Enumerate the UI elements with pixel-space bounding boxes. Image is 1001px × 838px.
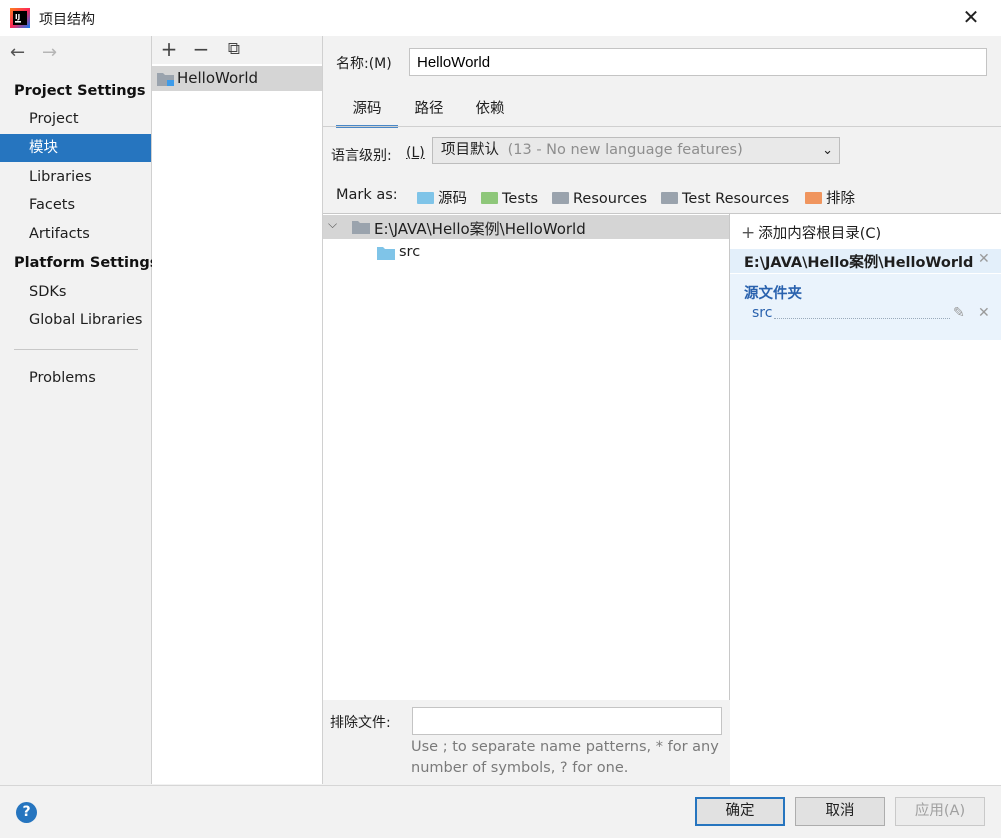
module-folder-icon	[157, 71, 175, 91]
platform-settings-header: Platform Settings	[14, 255, 159, 271]
language-level-label: 语言级别:	[331, 148, 392, 164]
back-arrow-icon[interactable]: ←	[10, 42, 25, 63]
sidebar-item-problems[interactable]: Problems	[0, 364, 151, 392]
tab-divider	[323, 126, 1001, 127]
root-folder-icon	[352, 220, 370, 238]
test-folder-icon	[481, 192, 498, 204]
language-level-detail: (13 - No new language features)	[507, 142, 743, 158]
folder-tree	[323, 213, 730, 700]
chevron-down-icon: ⌄	[822, 143, 833, 158]
mark-as-test-resources-label: Test Resources	[682, 191, 790, 207]
forward-arrow-icon[interactable]: →	[42, 42, 57, 63]
mark-as-resources-label: Resources	[573, 191, 648, 207]
sidebar-item-global-libraries[interactable]: Global Libraries	[0, 306, 151, 334]
intellij-app-icon: IJ	[10, 8, 30, 28]
tab-paths[interactable]: 路径	[405, 97, 453, 125]
source-folder-leader	[774, 318, 950, 319]
title-bar	[0, 0, 1001, 36]
source-folder-item[interactable]: src	[752, 305, 772, 321]
add-module-icon[interactable]: +	[158, 38, 180, 60]
test-resources-folder-icon	[661, 192, 678, 204]
language-level-dropdown[interactable]: 项目默认 (13 - No new language features) ⌄	[432, 137, 840, 164]
sidebar-item-facets[interactable]: Facets	[0, 191, 151, 219]
svg-text:IJ: IJ	[15, 13, 20, 21]
remove-content-root-icon[interactable]: ✕	[978, 251, 990, 267]
mark-as-resources-button[interactable]: Resources	[552, 189, 647, 209]
tree-src-label[interactable]: src	[399, 244, 420, 260]
module-name-field[interactable]	[409, 48, 987, 76]
sidebar-item-libraries[interactable]: Libraries	[0, 163, 151, 191]
close-icon[interactable]: ✕	[960, 6, 982, 28]
sidebar-item-project[interactable]: Project	[0, 105, 151, 133]
mark-as-tests-label: Tests	[502, 191, 539, 207]
help-icon[interactable]: ?	[16, 802, 37, 823]
language-level-shortcut: (L)	[406, 145, 425, 161]
source-folder-icon	[417, 192, 434, 204]
exclude-files-input[interactable]	[412, 707, 722, 735]
module-list-panel	[152, 36, 323, 784]
tree-expand-chevron-icon[interactable]: ⌵	[328, 217, 337, 232]
exclude-hint-line-2: number of symbols, ? for one.	[411, 760, 629, 776]
tab-sources[interactable]: 源码	[336, 97, 398, 128]
mark-as-label: Mark as:	[336, 187, 398, 203]
exclude-files-label: 排除文件:	[330, 715, 391, 731]
remove-source-folder-icon[interactable]: ✕	[978, 305, 990, 321]
source-folders-header: 源文件夹	[744, 286, 802, 302]
ok-button[interactable]: 确定	[695, 797, 785, 826]
src-folder-icon	[377, 246, 395, 264]
sidebar-divider	[14, 349, 138, 350]
add-content-root-button[interactable]: + 添加内容根目录(C)	[741, 222, 881, 243]
edit-pencil-icon[interactable]: ✎	[953, 305, 965, 321]
sidebar-item-sdks[interactable]: SDKs	[0, 278, 151, 306]
cancel-button[interactable]: 取消	[795, 797, 885, 826]
resources-folder-icon	[552, 192, 569, 204]
tab-dependencies[interactable]: 依赖	[466, 97, 514, 125]
language-level-value: 项目默认	[441, 142, 499, 158]
sidebar-item-artifacts[interactable]: Artifacts	[0, 220, 151, 248]
exclude-files-hint: Use ; to separate name patterns, * for a…	[411, 737, 721, 779]
plus-icon: +	[741, 223, 756, 243]
window-title: 项目结构	[39, 12, 95, 28]
module-list-item-label: HelloWorld	[177, 69, 259, 87]
mark-as-tests-button[interactable]: Tests	[481, 189, 538, 209]
exclude-hint-line-1: Use ; to separate name patterns, * for a…	[411, 739, 719, 755]
copy-module-icon[interactable]: ⧉	[223, 38, 245, 60]
mark-as-sources-button[interactable]: 源码	[417, 189, 467, 209]
project-settings-header: Project Settings	[14, 83, 146, 99]
tree-root-label: E:\JAVA\Hello案例\HelloWorld	[374, 220, 586, 238]
name-label: 名称:(M)	[336, 56, 392, 72]
content-root-path: E:\JAVA\Hello案例\HelloWorld	[744, 255, 974, 271]
mark-as-test-resources-button[interactable]: Test Resources	[661, 189, 789, 209]
mark-as-sources-label: 源码	[438, 191, 467, 207]
remove-module-icon[interactable]: −	[190, 38, 212, 60]
mark-as-excluded-label: 排除	[826, 191, 855, 207]
apply-button[interactable]: 应用(A)	[895, 797, 985, 826]
add-content-root-label: 添加内容根目录(C)	[758, 226, 882, 242]
mark-as-excluded-button[interactable]: 排除	[805, 189, 855, 209]
excluded-folder-icon	[805, 192, 822, 204]
sidebar-item-modules[interactable]: 模块	[0, 134, 151, 162]
